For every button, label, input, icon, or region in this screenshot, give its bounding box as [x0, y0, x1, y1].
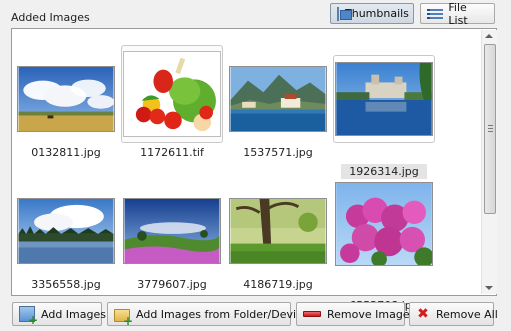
remove-image-label: Remove Image: [327, 307, 410, 321]
thumbnail-frame: [15, 187, 117, 275]
add-images-label: Add Images: [41, 307, 106, 321]
thumbnail-image: [123, 51, 221, 137]
image-filename: 1537571.jpg: [243, 146, 313, 159]
folder-add-icon: [114, 308, 133, 328]
remove-all-x-icon: ✖: [417, 306, 429, 322]
thumbnail-frame: [15, 55, 117, 143]
thumbnail-frame: [227, 187, 329, 275]
thumbnails-label: Thumbnails: [345, 7, 409, 20]
file-list-view-button[interactable]: File List: [420, 0, 495, 27]
thumbnail-image: [229, 66, 327, 132]
thumbnail-frame: [333, 55, 435, 143]
added-images-title: Added Images: [11, 11, 90, 24]
thumbnail-image: [17, 66, 115, 132]
thumbnail-frame: [121, 45, 223, 143]
thumbnail-image: [123, 198, 221, 264]
thumbnails-icon: [337, 6, 352, 21]
thumbnail-frame: [121, 187, 223, 275]
scrollbar-grip-icon: [488, 125, 493, 132]
add-images-button[interactable]: Add Images: [12, 302, 106, 327]
remove-all-label: Remove All: [436, 307, 498, 321]
thumbnail-image: [229, 198, 327, 264]
remove-all-button[interactable]: ✖ Remove All: [409, 302, 498, 326]
remove-icon: [303, 311, 321, 317]
thumbnail-image: [335, 62, 433, 136]
add-from-folder-button[interactable]: Add Images from Folder/Device: [107, 302, 309, 328]
image-thumbnail-panel: 0132811.jpg 1172611.tif 1537571.jpg 1926…: [11, 28, 497, 312]
image-filename: 4186719.jpg: [243, 278, 313, 291]
remove-image-button[interactable]: Remove Image: [296, 302, 410, 326]
thumbnails-view-button[interactable]: Thumbnails: [330, 3, 414, 24]
image-filename: 0132811.jpg: [31, 146, 101, 159]
thumbnail-frame: [333, 175, 435, 273]
scroll-down-arrow-icon[interactable]: [485, 286, 493, 290]
scroll-up-arrow-icon[interactable]: [485, 34, 493, 38]
image-filename: 1172611.tif: [140, 146, 204, 159]
file-list-icon: [427, 7, 443, 21]
scrollbar-thumb[interactable]: [484, 44, 496, 214]
image-filename: 3779607.jpg: [137, 278, 207, 291]
thumbnail-image: [335, 182, 433, 266]
add-image-icon: [19, 306, 38, 327]
image-filename: 3356558.jpg: [31, 278, 101, 291]
thumbnail-image: [17, 198, 115, 264]
vertical-scrollbar[interactable]: [481, 30, 497, 294]
thumbnail-frame: [227, 55, 329, 143]
add-from-folder-label: Add Images from Folder/Device: [136, 307, 309, 321]
file-list-label: File List: [448, 0, 468, 27]
